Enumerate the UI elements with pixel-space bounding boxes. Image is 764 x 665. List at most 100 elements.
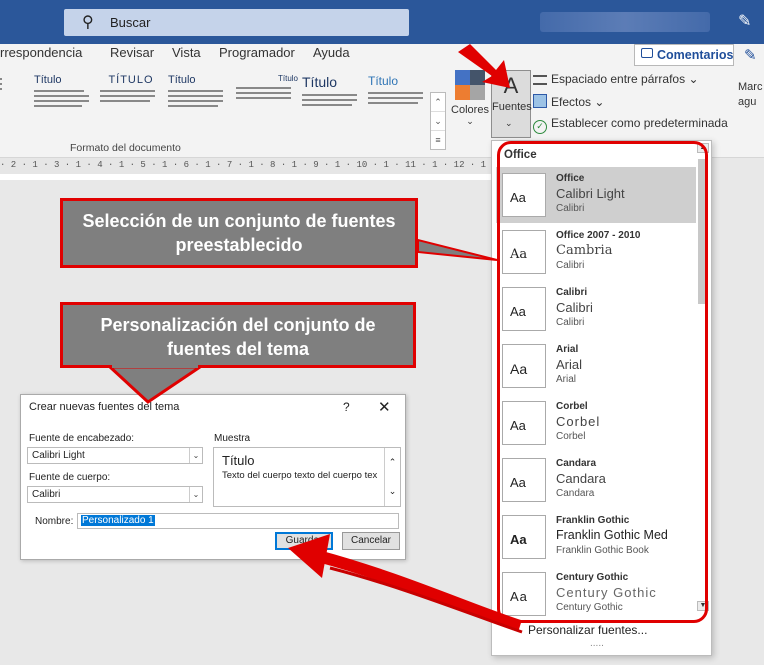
cancel-button[interactable]: Cancelar [342, 532, 400, 550]
gallery-scroll[interactable]: ⌃ ⌄ ≡ [430, 92, 446, 150]
comment-icon [641, 48, 653, 58]
font-set-item[interactable]: Aa Office 2007 - 2010 Cambria Calibri [496, 224, 696, 280]
style-thumb[interactable]: Título [302, 74, 364, 130]
font-set-item[interactable]: Aa Arial Arial Arial [496, 338, 696, 394]
chevron-up-icon[interactable]: ⌃ [431, 93, 445, 112]
callout-text: fuentes del tema [166, 339, 310, 359]
pen-icon[interactable]: ✎ [738, 11, 751, 31]
edit-icon[interactable]: ✎ [744, 46, 757, 64]
font-set-body: Corbel [556, 431, 586, 442]
expand-icon[interactable]: ≡ [431, 131, 445, 150]
style-gallery[interactable]: Título TÍTULO Título Título Título Títul… [0, 74, 430, 130]
chevron-down-icon[interactable]: ⌄ [431, 112, 445, 131]
dropdown-scrollbar[interactable]: ▲ ▼ [697, 143, 709, 611]
tab-vista[interactable]: Vista [172, 45, 201, 60]
font-set-name: Office [556, 173, 585, 184]
font-preview: Aa [502, 572, 546, 616]
set-default-button[interactable]: ✓ Establecer como predeterminada [533, 116, 728, 134]
style-thumb[interactable]: Título [34, 74, 96, 130]
font-set-name: Corbel [556, 401, 588, 412]
tab-ayuda[interactable]: Ayuda [313, 45, 350, 60]
chevron-down-icon[interactable]: ⌄ [189, 487, 202, 502]
callout-custom: Personalización del conjunto de fuentes … [60, 302, 416, 368]
colors-label: Colores [451, 104, 489, 116]
document-page [0, 174, 492, 180]
body-font-label: Fuente de cuerpo: [29, 472, 111, 483]
comments-label: Comentarios [657, 48, 734, 62]
chevron-down-icon[interactable]: ⌄ [189, 448, 202, 463]
font-set-body: Calibri [556, 317, 585, 328]
callout-text: Personalización del conjunto de [100, 315, 376, 335]
font-preview: Aa [502, 344, 546, 388]
font-set-heading: Arial [556, 357, 583, 372]
font-set-name: Century Gothic [556, 572, 629, 583]
style-thumb[interactable] [0, 74, 34, 130]
heading-font-select[interactable]: Calibri Light ⌄ [27, 447, 203, 464]
style-thumb[interactable]: Título [236, 74, 298, 130]
callout-text: Selección de un conjunto de fuentes [82, 211, 396, 231]
tab-correspondencia[interactable]: rrespondencia [0, 45, 82, 60]
font-set-body: Franklin Gothic Book [556, 545, 649, 556]
resize-handle[interactable]: ..... [590, 638, 604, 649]
customize-fonts-link[interactable]: Personalizar fuentes... [528, 623, 647, 637]
heading-font-label: Fuente de encabezado: [29, 433, 135, 444]
search-box[interactable]: ⚲ Buscar [64, 9, 409, 36]
effects-button[interactable]: Efectos ⌄ [533, 94, 604, 109]
comments-button[interactable]: Comentarios [634, 44, 734, 66]
chevron-down-icon: ⌄ [688, 72, 699, 86]
curved-arrow [316, 550, 522, 632]
save-button[interactable]: Guardar [275, 532, 333, 550]
chevron-down-icon[interactable]: ⌄ [385, 477, 400, 506]
help-icon[interactable]: ? [343, 400, 350, 414]
font-set-body: Candara [556, 488, 595, 499]
font-set-item[interactable]: Aa Office Calibri Light Calibri [496, 167, 696, 223]
font-set-item[interactable]: Aa Candara Candara Candara [496, 452, 696, 508]
body-font-select[interactable]: Calibri ⌄ [27, 486, 203, 503]
fonts-label: Fuentes [492, 101, 532, 113]
scroll-down-icon[interactable]: ▼ [697, 601, 709, 611]
chevron-down-icon[interactable]: ⌄ [505, 118, 513, 129]
font-set-item[interactable]: Aa Calibri Calibri Calibri [496, 281, 696, 337]
sample-label: Muestra [214, 433, 251, 444]
chevron-down-icon: ⌄ [594, 95, 605, 109]
style-title: Título [277, 74, 298, 83]
font-set-body: Calibri [556, 203, 585, 214]
fonts-dropdown: Office ▲ ▼ Aa Office Calibri Light Calib… [491, 140, 712, 656]
style-thumb[interactable]: Título [368, 74, 430, 130]
sample-scrollbar[interactable]: ⌃ ⌄ [384, 448, 400, 506]
font-preview: Aa [502, 458, 546, 502]
style-thumb[interactable]: Título [168, 74, 230, 130]
chevron-down-icon: ⌄ [466, 116, 474, 126]
style-title: Título [368, 74, 399, 88]
scroll-up-icon[interactable]: ▲ [697, 143, 709, 153]
font-set-heading: Calibri Light [556, 186, 625, 201]
paragraph-spacing-button[interactable]: Espaciado entre párrafos ⌄ [533, 72, 699, 86]
font-set-body: Century Gothic [556, 602, 623, 613]
style-thumb[interactable]: TÍTULO [100, 74, 162, 130]
font-set-item[interactable]: Aa Corbel Corbel Corbel [496, 395, 696, 451]
create-theme-fonts-dialog: Crear nuevas fuentes del tema ? ✕ Fuente… [20, 394, 406, 560]
group-label: Formato del documento [70, 142, 181, 154]
colors-button[interactable]: Colores ⌄ [450, 70, 490, 150]
name-input[interactable]: Personalizado 1 [77, 513, 399, 529]
name-label: Nombre: [35, 516, 74, 527]
tab-revisar[interactable]: Revisar [110, 45, 154, 60]
chevron-up-icon[interactable]: ⌃ [385, 448, 400, 477]
font-set-item[interactable]: Aa Franklin Gothic Franklin Gothic Med F… [496, 509, 696, 565]
close-icon[interactable]: ✕ [378, 398, 391, 416]
account-area[interactable] [540, 12, 710, 32]
sample-body: Texto del cuerpo texto del cuerpo tex [222, 470, 378, 481]
font-set-body: Arial [556, 374, 577, 385]
watermark-button[interactable]: Marc agu [738, 80, 762, 110]
font-set-name: Calibri [556, 287, 588, 298]
scroll-thumb[interactable] [698, 159, 708, 304]
style-title: Título [34, 74, 62, 86]
search-label: Buscar [110, 15, 151, 30]
check-icon: ✓ [533, 120, 547, 134]
font-set-heading: Century Gothic [556, 585, 657, 600]
font-set-heading: Calibri [556, 300, 593, 315]
font-set-item[interactable]: Aa Century Gothic Century Gothic Century… [496, 566, 696, 622]
font-set-heading: Franklin Gothic Med [556, 528, 668, 542]
tab-programador[interactable]: Programador [219, 45, 295, 60]
style-title: TÍTULO [108, 74, 154, 86]
